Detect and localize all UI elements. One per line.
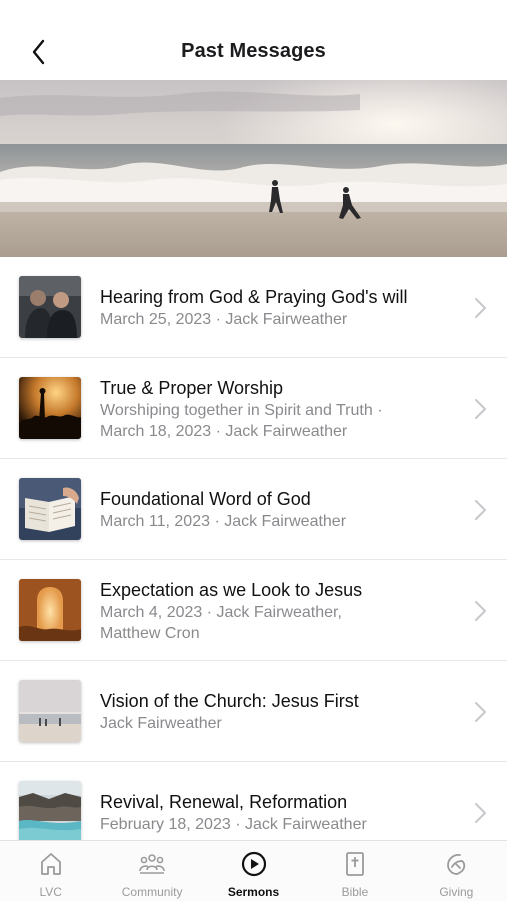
- sermon-meta: Jack Fairweather: [100, 715, 222, 732]
- tab-label: LVC: [39, 885, 62, 899]
- chevron-right-icon: [475, 702, 486, 722]
- sermon-row[interactable]: Foundational Word of God March 11, 2023 …: [0, 459, 507, 560]
- sermon-thumbnail: [19, 478, 81, 540]
- sermon-meta-continued: Matthew Cron: [100, 625, 200, 642]
- tab-sermons[interactable]: Sermons: [203, 841, 304, 901]
- play-circle-icon: [241, 851, 266, 877]
- sermon-row[interactable]: Revival, Renewal, Reformation February 1…: [0, 762, 507, 840]
- hero-banner-image: [0, 80, 507, 257]
- sermon-thumbnail: [19, 781, 81, 840]
- giving-icon: [447, 853, 466, 875]
- sermon-title: Revival, Renewal, Reformation: [100, 792, 348, 812]
- sermon-meta: March 18, 2023 · Jack Fairweather: [100, 423, 348, 440]
- tab-label: Giving: [439, 885, 474, 899]
- sermon-thumbnail: [19, 579, 81, 641]
- sermon-row[interactable]: Hearing from God & Praying God's will Ma…: [0, 257, 507, 358]
- sermon-meta: March 4, 2023 · Jack Fairweather,: [100, 604, 342, 621]
- status-bar: [0, 0, 507, 22]
- bible-icon: [346, 852, 364, 876]
- sermon-meta: March 11, 2023 · Jack Fairweather: [100, 513, 347, 530]
- sermon-meta: February 18, 2023 · Jack Fairweather: [100, 816, 367, 833]
- tab-community[interactable]: Community: [101, 841, 202, 901]
- chevron-right-icon: [475, 601, 486, 621]
- sermon-thumbnail: [19, 276, 81, 338]
- chevron-right-icon: [475, 500, 486, 520]
- chevron-right-icon: [475, 298, 486, 318]
- sermon-thumbnail: [19, 377, 81, 439]
- people-icon: [139, 854, 165, 874]
- tab-label: Bible: [341, 885, 369, 899]
- header: Past Messages: [0, 22, 507, 80]
- sermon-row[interactable]: True & Proper Worship Worshiping togethe…: [0, 358, 507, 459]
- sermon-subtitle: Worshiping together in Spirit and Truth …: [100, 402, 383, 419]
- tab-giving[interactable]: Giving: [406, 841, 507, 901]
- sermon-title: Expectation as we Look to Jesus: [100, 580, 363, 600]
- page-title: Past Messages: [181, 40, 326, 62]
- tab-bar: LVC Community Sermons Bible Giving: [0, 840, 507, 901]
- sermon-list: Hearing from God & Praying God's will Ma…: [0, 257, 507, 840]
- tab-label: Community: [121, 885, 183, 899]
- sermon-row[interactable]: Vision of the Church: Jesus First Jack F…: [0, 661, 507, 762]
- sermon-title: Foundational Word of God: [100, 489, 311, 509]
- chevron-right-icon: [475, 803, 486, 823]
- sermon-row[interactable]: Expectation as we Look to Jesus March 4,…: [0, 560, 507, 661]
- sermon-meta: March 25, 2023 · Jack Fairweather: [100, 311, 348, 328]
- chevron-right-icon: [475, 399, 486, 419]
- sermon-title: Hearing from God & Praying God's will: [100, 287, 408, 307]
- tab-lvc[interactable]: LVC: [0, 841, 101, 901]
- sermon-title: True & Proper Worship: [100, 378, 284, 398]
- tab-bible[interactable]: Bible: [304, 841, 405, 901]
- sermon-title: Vision of the Church: Jesus First: [100, 691, 359, 711]
- home-icon: [40, 853, 61, 875]
- tab-label: Sermons: [227, 885, 280, 899]
- sermon-thumbnail: [19, 680, 81, 742]
